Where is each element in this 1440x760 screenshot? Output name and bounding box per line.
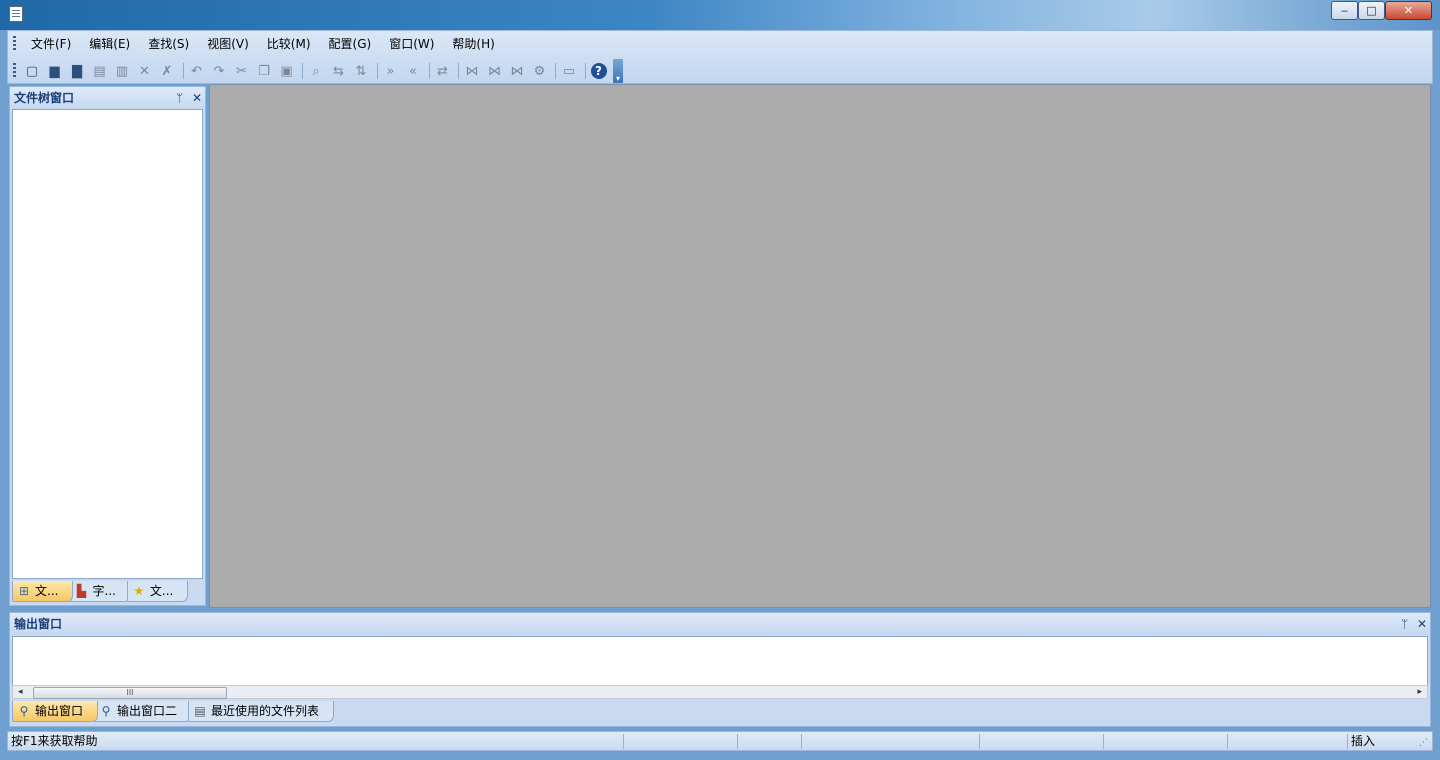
merge-settings-icon[interactable]: ⚙ [530, 61, 550, 81]
toolbar-separator [302, 63, 303, 79]
scroll-right-arrow-icon[interactable]: ▸ [1417, 686, 1422, 698]
pin-icon[interactable]: ᛘ [176, 87, 183, 109]
output-pane-title: 输出窗口 [10, 613, 1430, 635]
minimize-button[interactable]: ‒ [1331, 1, 1358, 20]
tab-label: 字... [92, 584, 116, 598]
status-divider [1227, 734, 1228, 749]
status-text: 按F1来获取帮助 [11, 734, 98, 748]
open-project-icon[interactable]: ▇ [67, 61, 87, 81]
merge-left-icon[interactable]: ⋈ [462, 61, 482, 81]
status-divider [623, 734, 624, 749]
menu-item[interactable]: 编辑(E) [80, 35, 139, 53]
redo-icon[interactable]: ↷ [209, 61, 229, 81]
output-two-icon: ⚲ [101, 704, 111, 718]
replace-icon[interactable]: ⇆ [329, 61, 349, 81]
main-toolbar: ▢ ▆ ▇ ▤ ▥ ✕ ✗ ↶ ↷ ✂ ❐ ▣ ⌕ ⇆ ⇅» «⇄ ⋈ ⋈ ⋈ ⚙ ▭? ▾ [22, 59, 623, 83]
toolbar-separator [584, 63, 586, 79]
pin-icon[interactable]: ᛘ [1401, 613, 1408, 635]
tab-output-pane[interactable]: ▤ 最近使用的文件列表 [188, 701, 335, 722]
tab-output-pane[interactable]: ⚲ 输出窗口二 [94, 701, 193, 722]
menu-item[interactable]: 比较(M) [258, 35, 320, 53]
file-tree-pane: 文件树窗口 ᛘ ✕ ⊞ 文... ▙ 字... ★ 文... [9, 86, 206, 606]
document-area[interactable] [209, 84, 1431, 608]
toolbar-grip[interactable] [13, 63, 16, 79]
scroll-left-arrow-icon[interactable]: ◂ [18, 686, 23, 698]
merge-all-icon[interactable]: ⋈ [507, 61, 527, 81]
tab-left-pane[interactable]: ⊞ 文... [12, 581, 74, 602]
output-pane: 输出窗口 ᛘ ✕ ◂ III ▸ ⚲ 输出窗口 ⚲ 输出窗口二 ▤ 最近使用的文件列表 [9, 612, 1431, 727]
paste-icon[interactable]: ▣ [277, 61, 297, 81]
menu-item[interactable]: 视图(V) [198, 35, 258, 53]
menu-item[interactable]: 文件(F) [22, 35, 80, 53]
status-divider [801, 734, 802, 749]
save-all-icon[interactable]: ▥ [112, 61, 132, 81]
toolbar-separator [182, 63, 184, 79]
tab-label: 最近使用的文件列表 [211, 704, 320, 718]
merge-right-icon[interactable]: ⋈ [485, 61, 505, 81]
menu-item[interactable]: 配置(G) [320, 35, 381, 53]
toolbar-separator [458, 63, 459, 79]
close-pane-icon[interactable]: ✕ [192, 87, 202, 109]
toolbar-overflow-icon[interactable]: ▾ [613, 59, 623, 83]
save-icon[interactable]: ▤ [90, 61, 110, 81]
dictionary-icon: ▙ [76, 584, 87, 598]
delete-icon[interactable]: ✕ [135, 61, 155, 81]
scroll-thumb[interactable]: III [33, 687, 227, 699]
new-file-icon[interactable]: ▢ [22, 61, 42, 81]
status-divider [1103, 734, 1104, 749]
maximize-button[interactable]: □ [1358, 1, 1385, 20]
status-bar: 按F1来获取帮助 插入 ⋰ [7, 731, 1433, 751]
close-pane-icon[interactable]: ✕ [1417, 613, 1427, 635]
file-tree-tabs: ⊞ 文... ▙ 字... ★ 文... [12, 581, 203, 603]
help-icon: ? [590, 63, 607, 79]
toolbar-separator [555, 63, 556, 79]
file-tree-icon: ⊞ [18, 584, 30, 598]
file-tree-view[interactable] [12, 109, 203, 579]
copy-icon[interactable]: ❐ [254, 61, 274, 81]
status-divider [979, 734, 980, 749]
output-text-area[interactable] [12, 636, 1428, 686]
delete-all-icon[interactable]: ✗ [157, 61, 177, 81]
tab-label: 输出窗口二 [117, 704, 178, 718]
tab-label: 文... [149, 584, 174, 598]
menu-bar: 文件(F) 编辑(E) 查找(S) 视图(V) 比较(M) 配置(G) 窗口(W) 帮助(H) [22, 35, 504, 53]
prev-diff-icon[interactable]: « [403, 61, 423, 81]
app-icon[interactable] [9, 6, 23, 22]
hex-view-icon[interactable]: ▭ [559, 61, 579, 81]
tab-output-pane[interactable]: ⚲ 输出窗口 [12, 701, 99, 722]
favorites-star-icon: ★ [133, 584, 145, 598]
title-bar: ‒ □ ✕ [0, 0, 1440, 30]
compare-icon[interactable]: ⇄ [433, 61, 453, 81]
tab-label: 文... [35, 584, 59, 598]
tab-label: 输出窗口 [35, 704, 84, 718]
tab-left-pane[interactable]: ★ 文... [126, 581, 189, 602]
horizontal-scrollbar[interactable]: ◂ III ▸ [12, 685, 1428, 699]
close-window-button[interactable]: ✕ [1385, 1, 1432, 20]
output-tabs: ⚲ 输出窗口 ⚲ 输出窗口二 ▤ 最近使用的文件列表 [12, 701, 1428, 723]
find-icon[interactable]: ⌕ [306, 61, 326, 81]
output-icon: ⚲ [19, 704, 29, 718]
toolbar-separator [428, 63, 430, 79]
undo-icon[interactable]: ↶ [187, 61, 207, 81]
menu-item[interactable]: 窗口(W) [380, 35, 443, 53]
resize-grip-icon[interactable]: ⋰ [1419, 738, 1429, 748]
help-button[interactable]: ? [589, 61, 609, 81]
command-bars: 文件(F) 编辑(E) 查找(S) 视图(V) 比较(M) 配置(G) 窗口(W) 帮助(H)… [7, 30, 1433, 84]
insert-mode-indicator: 插入 [1351, 734, 1376, 748]
next-diff-icon[interactable]: » [381, 61, 401, 81]
status-divider [1347, 734, 1348, 749]
menu-item[interactable]: 查找(S) [139, 35, 198, 53]
recent-files-icon: ▤ [194, 704, 206, 718]
cut-icon[interactable]: ✂ [232, 61, 252, 81]
toolbar-separator [376, 63, 378, 79]
tab-left-pane[interactable]: ▙ 字... [69, 581, 131, 602]
open-folder-icon[interactable]: ▆ [45, 61, 65, 81]
sort-icon[interactable]: ⇅ [351, 61, 371, 81]
menu-item[interactable]: 帮助(H) [443, 35, 503, 53]
menubar-grip[interactable] [13, 36, 16, 52]
status-divider [737, 734, 738, 749]
